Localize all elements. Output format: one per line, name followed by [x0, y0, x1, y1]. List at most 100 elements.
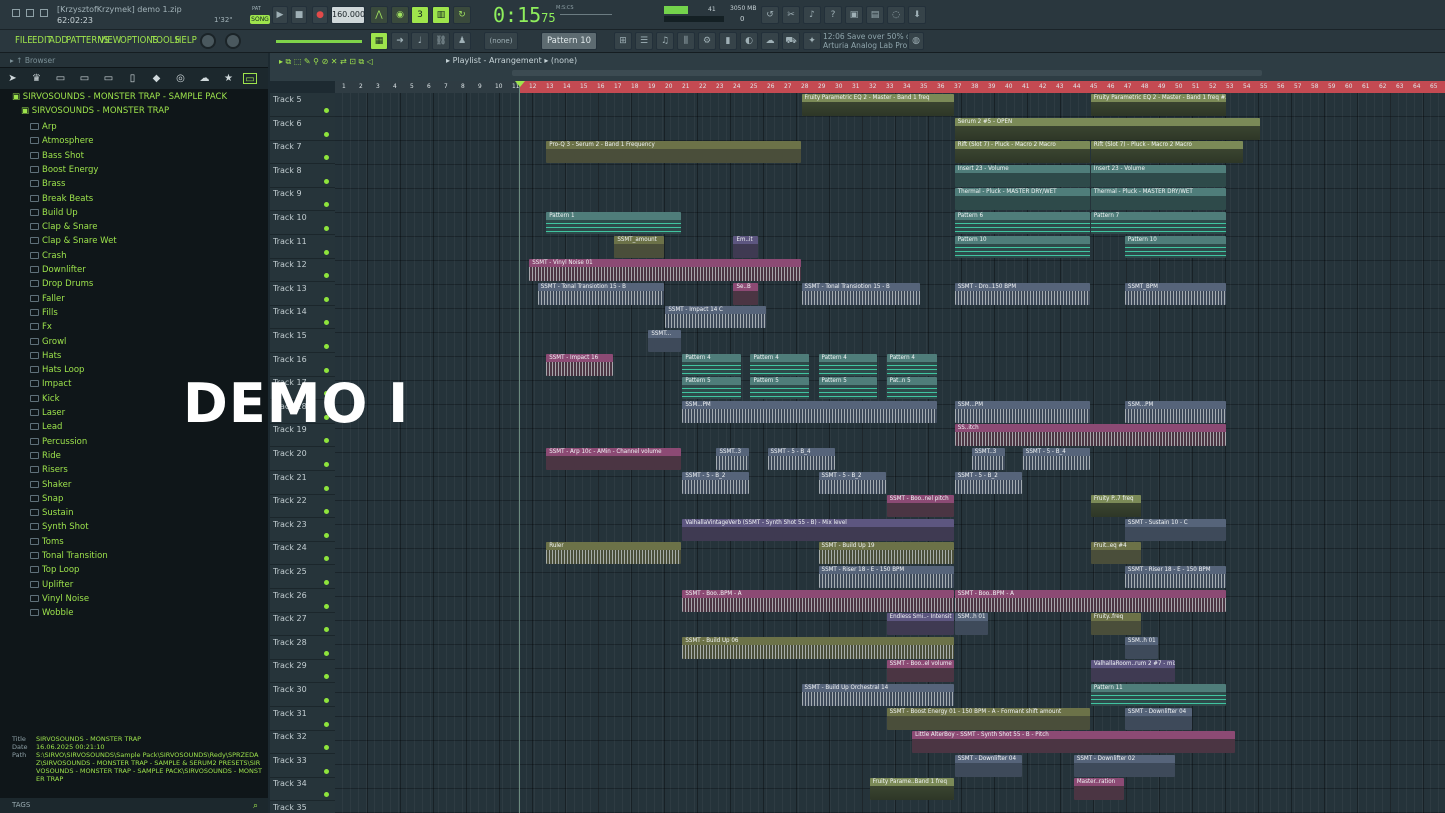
playlist-clip[interactable]: Thermal - Pluck - MASTER DRY/WET — [954, 188, 1090, 211]
playlist-clip[interactable]: SSMT_amount — [614, 235, 665, 258]
playlist-clip[interactable]: Thermal - Pluck - MASTER DRY/WET — [1090, 188, 1227, 211]
folder-icon[interactable]: ▭ — [79, 73, 90, 84]
track-header[interactable]: Track 11 — [270, 235, 335, 259]
track-header[interactable]: Track 32 — [270, 730, 335, 755]
tuner-icon[interactable]: ◐ — [740, 32, 758, 50]
track-mute-led[interactable] — [324, 249, 329, 255]
folder-item[interactable]: Build Up — [42, 207, 78, 219]
folder-icon[interactable]: ▭ — [103, 73, 114, 84]
undo-icon[interactable]: ↺ — [761, 6, 779, 24]
plugin-icon[interactable]: ⚙ — [698, 32, 716, 50]
playlist-clip[interactable]: Ruler — [546, 542, 682, 565]
playlist-clip[interactable]: Fruity Parame..Band 1 freq — [869, 778, 954, 801]
playlist-clip[interactable]: SSMT - 5 - B_4 — [767, 448, 835, 470]
folder-item[interactable]: Faller — [42, 293, 65, 305]
playlist-clip[interactable]: SSMT - Dro..150 BPM — [954, 282, 1090, 305]
globe-icon[interactable]: ◎ — [175, 73, 186, 84]
chat-icon[interactable]: ◌ — [887, 6, 905, 24]
folder-item[interactable]: Impact — [42, 378, 71, 390]
playlist-clip[interactable]: SSMT - Impact 14 C — [665, 306, 767, 329]
playlist-clip[interactable]: SSMT_BPM — [1124, 282, 1227, 305]
playlist-clip[interactable]: SSMT - Build Up 06 — [682, 636, 954, 659]
track-mute-led[interactable] — [324, 320, 329, 326]
menu-view[interactable]: VIEW — [99, 35, 121, 46]
link-icon[interactable]: ⛓ — [432, 32, 450, 50]
playlist-clip[interactable]: SSMT - 5 - B_2 — [682, 471, 750, 494]
playlist-clip[interactable]: SSMT..3 — [716, 448, 750, 470]
folder-item[interactable]: Synth Shot — [42, 521, 89, 533]
mixer-icon[interactable]: ⊞ — [614, 32, 632, 50]
playlist-clip[interactable]: SSMT - Vinyl Noise 01 — [529, 259, 801, 282]
playlist-clip[interactable]: Pattern 6 — [954, 212, 1090, 234]
playlist-clip[interactable]: Pattern 10 — [1124, 235, 1227, 258]
track-header[interactable]: Track 20 — [270, 447, 335, 471]
channel-rack-icon[interactable]: ☰ — [635, 32, 653, 50]
track-mute-led[interactable] — [324, 556, 329, 562]
help-icon[interactable]: ? — [824, 6, 842, 24]
track-header[interactable]: Track 12 — [270, 258, 335, 283]
folder-item[interactable]: Toms — [42, 536, 64, 548]
folder-item[interactable]: Fills — [42, 307, 58, 319]
mic-icon[interactable]: ♪ — [803, 6, 821, 24]
stamp-icon[interactable]: ♟ — [453, 32, 471, 50]
sampler-icon[interactable]: ▮ — [719, 32, 737, 50]
playlist-clip[interactable]: SSMT - 5 - B_4 — [1022, 448, 1090, 470]
save-icon[interactable]: ▣ — [845, 6, 863, 24]
record-button[interactable]: ● — [312, 6, 328, 24]
loop-record-icon[interactable]: ↻ — [453, 6, 471, 24]
track-mute-led[interactable] — [324, 509, 329, 515]
playlist-clip[interactable]: SS..itch — [954, 424, 1227, 447]
playlist-clip[interactable]: SSMT - Downlifter 04 — [1124, 707, 1192, 730]
folder-item[interactable]: Drop Drums — [42, 278, 93, 290]
playlist-clip[interactable]: SSMT..3 — [971, 448, 1005, 470]
track-header[interactable]: Track 26 — [270, 589, 335, 613]
playlist-clip[interactable]: Pattern 1 — [546, 212, 682, 234]
store-icon[interactable]: ⛟ — [782, 32, 800, 50]
playlist-clip[interactable]: Pattern 4 — [886, 353, 937, 376]
playhead[interactable] — [519, 82, 520, 813]
playlist-clip[interactable]: SSMT - Boo..BPM - A — [682, 589, 954, 612]
playhead-marker-icon[interactable] — [515, 81, 525, 87]
promo-hint[interactable]: 12:06 Save over 50% on Arturia Analog Lab… — [823, 32, 915, 50]
playlist-clip[interactable]: Fruit..eq #4 — [1090, 542, 1141, 565]
countdown-icon[interactable]: 3 — [411, 6, 429, 24]
track-header[interactable]: Track 9 — [270, 187, 335, 212]
playlist-clip[interactable]: SSM..h 01 — [954, 613, 988, 636]
step-edit-icon[interactable]: ▥ — [432, 6, 450, 24]
track-header[interactable]: Track 31 — [270, 707, 335, 731]
wait-input-icon[interactable]: ◉ — [391, 6, 409, 24]
folder-icon[interactable]: ▭ — [55, 73, 66, 84]
folder-item[interactable]: Tonal Transition — [42, 550, 108, 562]
folder-item[interactable]: Clap & Snare Wet — [42, 235, 117, 247]
playlist-clip[interactable]: Em..it — [733, 235, 758, 258]
playlist-clip[interactable]: Fruity Parametric EQ 2 - Master - Band 1… — [1090, 94, 1227, 116]
playlist-clip[interactable]: Pattern 5 — [818, 377, 878, 400]
playlist-clip[interactable]: Pat..n 5 — [886, 377, 937, 400]
close-icon[interactable] — [40, 9, 48, 17]
folder-item[interactable]: Break Beats — [42, 193, 93, 205]
track-header[interactable]: Track 24 — [270, 541, 335, 566]
track-header[interactable]: Track 6 — [270, 117, 335, 141]
folder-item[interactable]: Ride — [42, 450, 61, 462]
plugin-icon[interactable]: ◆ — [151, 73, 162, 84]
folder-item[interactable]: Percussion — [42, 436, 87, 448]
track-mute-led[interactable] — [324, 603, 329, 609]
playlist-clip[interactable]: SSM...PM — [682, 400, 937, 423]
playlist-clip[interactable]: SSMT - Build Up Orchestral 14 — [801, 684, 954, 706]
playlist-clip[interactable]: SSMT - Tonal Transiotion 15 - B — [801, 282, 920, 305]
playlist-clip[interactable]: SSMT - Build Up 19 — [818, 542, 954, 565]
track-mute-led[interactable] — [324, 650, 329, 656]
piano-roll-icon[interactable]: ♩ — [411, 32, 429, 50]
track-mute-led[interactable] — [324, 792, 329, 798]
star-icon[interactable]: ★ — [223, 73, 234, 84]
pattern-selector[interactable]: Pattern 10 — [541, 32, 597, 50]
track-mute-led[interactable] — [324, 344, 329, 349]
playlist-clip[interactable]: SSMT - Downlifter 02 — [1073, 754, 1175, 777]
news-icon[interactable]: ✦ — [803, 32, 821, 50]
track-header[interactable]: Track 14 — [270, 305, 335, 330]
folder-item[interactable]: Arp — [42, 121, 57, 133]
track-header[interactable]: Track 23 — [270, 518, 335, 542]
playlist-clip[interactable]: SSMT... — [648, 330, 682, 352]
track-mute-led[interactable] — [324, 674, 329, 680]
folder-item[interactable]: Wobble — [42, 607, 74, 619]
